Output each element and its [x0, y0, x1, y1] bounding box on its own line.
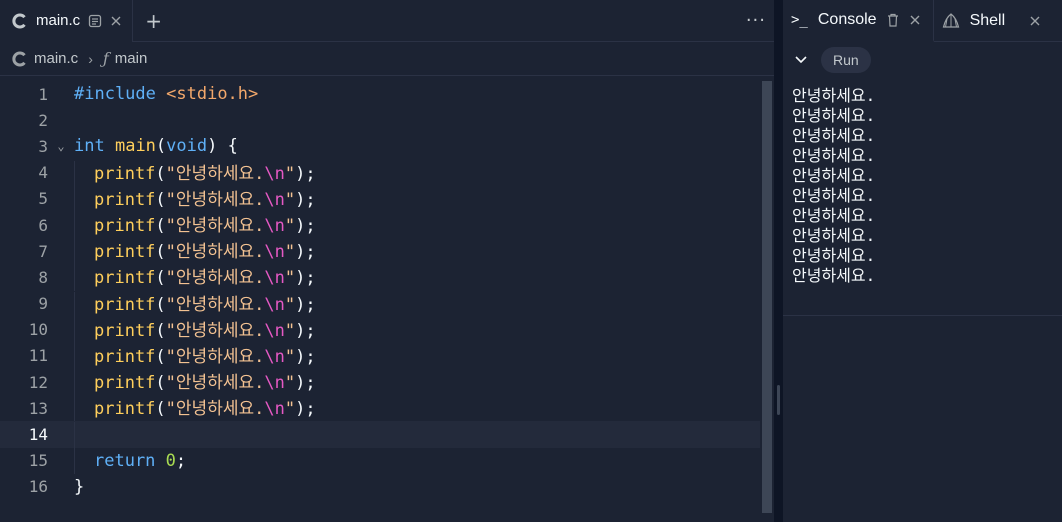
- output-line: 안녕하세요.: [792, 146, 876, 165]
- close-icon[interactable]: [909, 14, 921, 26]
- breadcrumb: main.c › ƒ main: [0, 42, 774, 76]
- line-number: 6: [38, 215, 48, 235]
- vertical-scrollbar[interactable]: [762, 81, 772, 513]
- line-number: 8: [38, 267, 48, 287]
- console-pane: >_ Console Shell Run 안녕하세요. 안녕하세요. 안녕하세요…: [783, 0, 1062, 522]
- console-toolbar: Run: [783, 42, 1062, 78]
- output-line: 안녕하세요.: [792, 186, 876, 205]
- trash-icon[interactable]: [887, 13, 899, 27]
- chevron-right-icon: ›: [88, 50, 93, 67]
- more-options-button[interactable]: ···: [746, 10, 766, 31]
- line-number: 5: [38, 189, 48, 209]
- line-number: 12: [28, 372, 48, 392]
- output-line: 안녕하세요.: [792, 266, 876, 285]
- code-editor[interactable]: 1 #include <stdio.h> 2 3 ⌄ int main(void) {…: [0, 81, 760, 500]
- console-tabbar: >_ Console Shell: [783, 0, 1062, 42]
- pane-resize-handle[interactable]: [777, 385, 780, 415]
- output-line: 안녕하세요.: [792, 226, 876, 245]
- code-line: 12 printf("안녕하세요.\n");: [0, 369, 760, 397]
- code-line: 2: [0, 107, 760, 133]
- close-icon[interactable]: [110, 15, 122, 27]
- c-language-icon: [12, 13, 28, 29]
- editor-tabbar: main.c + ···: [0, 0, 774, 42]
- tab-console[interactable]: >_ Console: [783, 0, 934, 42]
- code-line: 1 #include <stdio.h>: [0, 81, 760, 107]
- code-line: 15 return 0;: [0, 447, 760, 474]
- chevron-down-icon[interactable]: [795, 53, 807, 68]
- run-button[interactable]: Run: [821, 47, 871, 73]
- close-icon[interactable]: [1029, 15, 1041, 27]
- terminal-prompt-icon: >_: [791, 11, 808, 28]
- c-language-icon: [12, 51, 28, 67]
- editor-pane: main.c + ··· main.c › ƒ main 1 #include <…: [0, 0, 775, 522]
- line-number: 14: [28, 425, 48, 445]
- tab-shell[interactable]: Shell: [934, 0, 1054, 42]
- tab-shell-label: Shell: [969, 11, 1006, 29]
- code-line: 6 printf("안녕하세요.\n");: [0, 212, 760, 240]
- line-number: 1: [38, 84, 48, 104]
- line-number: 13: [28, 398, 48, 418]
- tab-main-c[interactable]: main.c: [0, 0, 133, 42]
- new-tab-button[interactable]: +: [133, 0, 172, 42]
- line-number: 3: [38, 136, 48, 156]
- code-line: 7 printf("안녕하세요.\n");: [0, 238, 760, 266]
- output-line: 안녕하세요.: [792, 206, 876, 225]
- output-line: 안녕하세요.: [792, 106, 876, 125]
- code-line: 11 printf("안녕하세요.\n");: [0, 343, 760, 370]
- line-number: 16: [28, 477, 48, 497]
- output-line: 안녕하세요.: [792, 166, 876, 185]
- tab-console-label: Console: [817, 10, 877, 28]
- console-output: 안녕하세요. 안녕하세요. 안녕하세요. 안녕하세요. 안녕하세요. 안녕하세요…: [783, 78, 1062, 316]
- code-line: 3 ⌄ int main(void) {: [0, 133, 760, 159]
- shell-icon: [942, 12, 960, 29]
- breadcrumb-file[interactable]: main.c: [34, 50, 78, 67]
- tab-label: main.c: [36, 12, 81, 29]
- chevron-down-icon[interactable]: ⌄: [48, 139, 74, 153]
- code-line: 5 printf("안녕하세요.\n");: [0, 186, 760, 213]
- line-number: 9: [38, 294, 48, 314]
- line-number: 2: [38, 110, 48, 130]
- line-number: 11: [28, 346, 48, 366]
- function-icon: ƒ: [102, 49, 109, 68]
- output-line: 안녕하세요.: [792, 86, 876, 105]
- code-line: 9 printf("안녕하세요.\n");: [0, 291, 760, 318]
- code-line: 16}: [0, 474, 760, 500]
- code-line: 4 printf("안녕하세요.\n");: [0, 160, 760, 187]
- output-line: 안녕하세요.: [792, 126, 876, 145]
- code-line: 13 printf("안녕하세요.\n");: [0, 395, 760, 423]
- breadcrumb-symbol[interactable]: main: [115, 50, 148, 67]
- line-number: 10: [28, 320, 48, 340]
- plus-icon: +: [145, 8, 162, 33]
- output-line: 안녕하세요.: [792, 246, 876, 265]
- code-line: 8 printf("안녕하세요.\n");: [0, 264, 760, 292]
- line-number: 15: [28, 451, 48, 471]
- code-line-current[interactable]: 14: [0, 421, 760, 448]
- line-number: 4: [38, 163, 48, 183]
- line-number: 7: [38, 241, 48, 261]
- code-line: 10 printf("안녕하세요.\n");: [0, 317, 760, 344]
- document-icon[interactable]: [88, 14, 102, 28]
